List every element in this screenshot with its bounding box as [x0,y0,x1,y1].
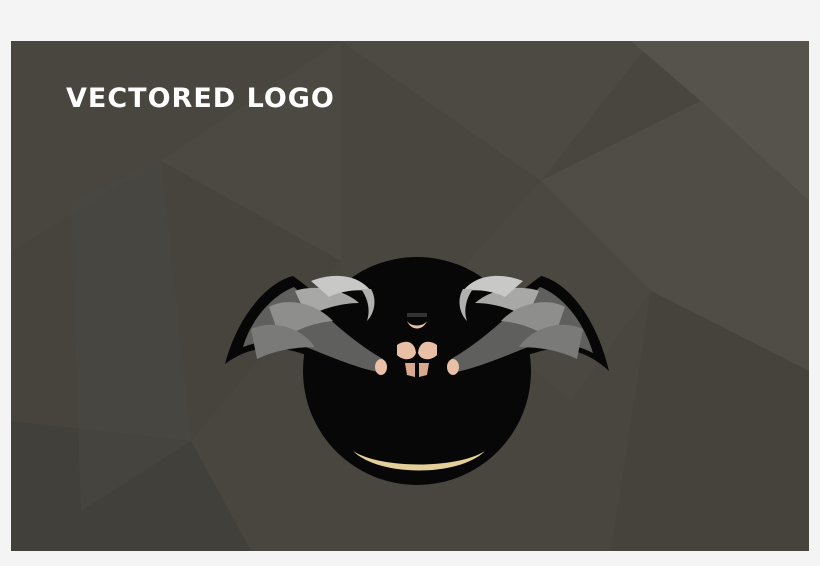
right-hand [447,359,459,375]
left-hand [375,359,387,375]
head [403,301,431,335]
logo-preview-card: VECTORED LOGO [11,41,809,551]
winged-man-mascot-icon [225,257,609,485]
